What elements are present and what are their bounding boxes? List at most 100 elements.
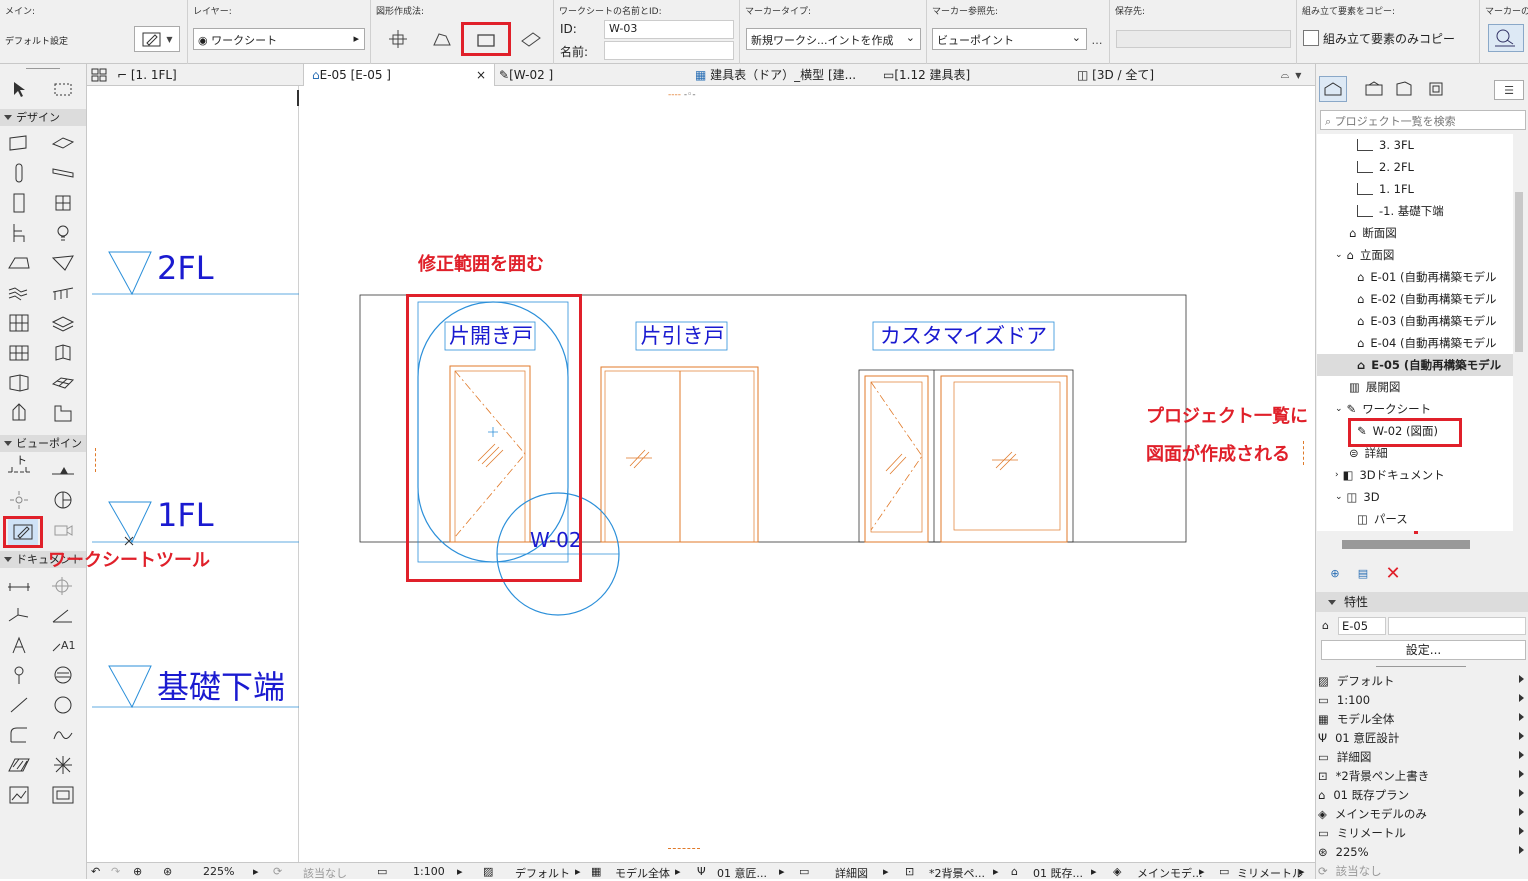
zoom-value[interactable]: 225% [203,865,234,878]
chevron-down-icon[interactable]: ⌄ [1335,486,1343,508]
line-tool[interactable] [4,692,34,718]
beam-tool[interactable] [48,160,78,186]
camera-tool[interactable] [48,517,78,543]
prop-pen-override[interactable]: ⊡ *2背景ペン上書き [1318,766,1526,785]
copy-checkbox[interactable] [1303,30,1319,46]
prop-scale[interactable]: ▭ 1:100 [1318,690,1526,709]
tree-item-1fl[interactable]: 1. 1FL [1357,178,1414,200]
chevron-right-icon[interactable]: › [1335,464,1339,486]
prop-graphic-override[interactable]: ◈ メインモデルのみ [1318,804,1526,823]
tree-item-3fl[interactable]: 3. 3FL [1357,134,1414,156]
worksheet-tool[interactable] [8,519,38,545]
name-input[interactable] [604,41,734,60]
add-view-button[interactable]: ⊕ [1326,564,1344,582]
geometry-polygon-button[interactable] [429,28,455,50]
skylight-tool[interactable] [4,340,34,366]
zoom-in-icon[interactable]: ⊕ [133,865,142,878]
prop-pen-set[interactable]: Ψ 01 意匠設計 [1318,728,1526,747]
marker-settings-button[interactable] [1488,24,1524,52]
text-tool[interactable] [4,632,34,658]
redo-icon[interactable]: ↷ [111,865,120,878]
favorites-button[interactable]: ▼ [134,26,180,52]
viewpoint-header[interactable]: ビューポイント [0,435,86,467]
elevation-tool[interactable] [48,457,78,483]
shell-object-tool[interactable] [4,400,34,426]
prop-structure[interactable]: ▨ デフォルト [1318,671,1526,690]
marker-ref-more-button[interactable]: … [1089,30,1105,50]
drawing-tool[interactable] [48,782,78,808]
level-dimension-tool[interactable] [48,572,78,598]
geometry-rectangle-button[interactable] [471,29,501,51]
view-settings-button[interactable]: ▤ [1354,564,1372,582]
tree-item-e03[interactable]: ⌂ E-03 (自動再構築モデル [1357,310,1497,332]
publisher-button[interactable] [1424,78,1448,100]
circle-tool[interactable] [48,692,78,718]
roof-tool[interactable] [4,250,34,276]
properties-id-field[interactable]: E-05 [1338,617,1386,635]
search-input[interactable]: ⌕ プロジェクト一覧を検索 [1320,110,1526,130]
object-tool[interactable] [4,220,34,246]
hotspot-tool[interactable] [48,752,78,778]
spline-tool[interactable] [48,722,78,748]
tab-layout[interactable]: ▭[1.12 建具表] [883,64,1069,86]
prop-detail[interactable]: ▭ 詳細図 [1318,747,1526,766]
tab-3d[interactable]: ◫ [3D / 全て] [1077,64,1263,86]
geometry-rotated-rectangle-button[interactable] [517,28,545,50]
column-tool[interactable] [4,160,34,186]
tree-item-worksheets[interactable]: ⌄ ✎ ワークシート [1335,398,1431,420]
section-tool[interactable] [4,457,34,483]
marker-type-select[interactable]: 新規ワークシ...イントを作成 ⌄ [746,28,921,50]
polyline-tool[interactable] [4,722,34,748]
undo-icon[interactable]: ↶ [91,865,100,878]
label-tool[interactable]: A1 [48,632,78,658]
project-map-button[interactable] [1319,76,1347,102]
tab-1fl[interactable]: ⌐ [1. 1FL] [117,64,303,86]
elevation-canvas[interactable]: ---- -◦- 片開き戸 片引き戸 カスタマイズドア W-02 修正範囲を囲む… [300,86,1315,862]
lamp-tool[interactable] [48,220,78,246]
mesh-tool[interactable] [48,310,78,336]
settings-button[interactable]: 設定... [1321,640,1526,660]
save-to-field[interactable] [1116,30,1291,48]
curtain-wall-tool[interactable] [4,310,34,336]
window-tool[interactable] [48,190,78,216]
tree-hscrollbar[interactable] [1342,540,1470,549]
prop-unit[interactable]: ▭ ミリメートル [1318,823,1526,842]
railing-tool[interactable] [48,280,78,306]
tree-item-3d-documents[interactable]: › ◧ 3Dドキュメント [1335,464,1445,486]
radial-dimension-tool[interactable] [4,602,34,628]
tab-overview-button[interactable] [90,67,108,83]
tree-item-interior-elevations[interactable]: ▥ 展開図 [1349,376,1400,398]
navigator-menu-button[interactable]: ☰ [1494,80,1524,100]
splitter-handle-right[interactable] [1303,441,1306,465]
detail-tool[interactable] [48,487,78,513]
arrow-tool[interactable] [4,76,34,102]
prop-renovation[interactable]: ⌂ 01 既存プラン [1318,785,1526,804]
zone-stamp-tool[interactable] [4,662,34,688]
id-input[interactable]: W-03 [604,20,734,39]
dimension-tool[interactable] [4,572,34,598]
marker-ref-select[interactable]: ビューポイント ⌄ [932,28,1087,50]
tree-item-e04[interactable]: ⌂ E-04 (自動再構築モデル [1357,332,1497,354]
interior-elevation-tool[interactable] [4,487,34,513]
tree-item-3d[interactable]: ⌄ ◫ 3D [1335,486,1380,508]
tab-list-button[interactable]: ⌓ ▼ [1273,67,1309,83]
prop-orientation[interactable]: ⟳ 該当なし [1318,861,1526,880]
opening-tool[interactable] [4,370,34,396]
geometry-move-button[interactable] [385,28,411,50]
shell-tool[interactable] [48,250,78,276]
tree-item-e01[interactable]: ⌂ E-01 (自動再構築モデル [1357,266,1497,288]
tree-item-elevations[interactable]: ⌄ ⌂ 立面図 [1335,244,1394,266]
delete-button[interactable]: ✕ [1382,562,1404,584]
design-header[interactable]: デザイン [0,109,86,126]
hotspot-hatch-tool[interactable] [4,752,34,778]
properties-name-field[interactable] [1388,617,1526,635]
tab-e05[interactable]: ⌂E-05 [E-05 ] × [303,64,495,86]
close-icon[interactable]: × [476,64,486,86]
stair-tool[interactable] [4,280,34,306]
layout-book-button[interactable] [1392,78,1416,100]
splitter-handle-bottom[interactable] [668,848,700,852]
prop-model[interactable]: ▦ モデル全体 [1318,709,1526,728]
tree-item-sections[interactable]: ⌂ 断面図 [1349,222,1397,244]
door-tool[interactable] [4,190,34,216]
scale-value[interactable]: 1:100 [413,865,445,878]
